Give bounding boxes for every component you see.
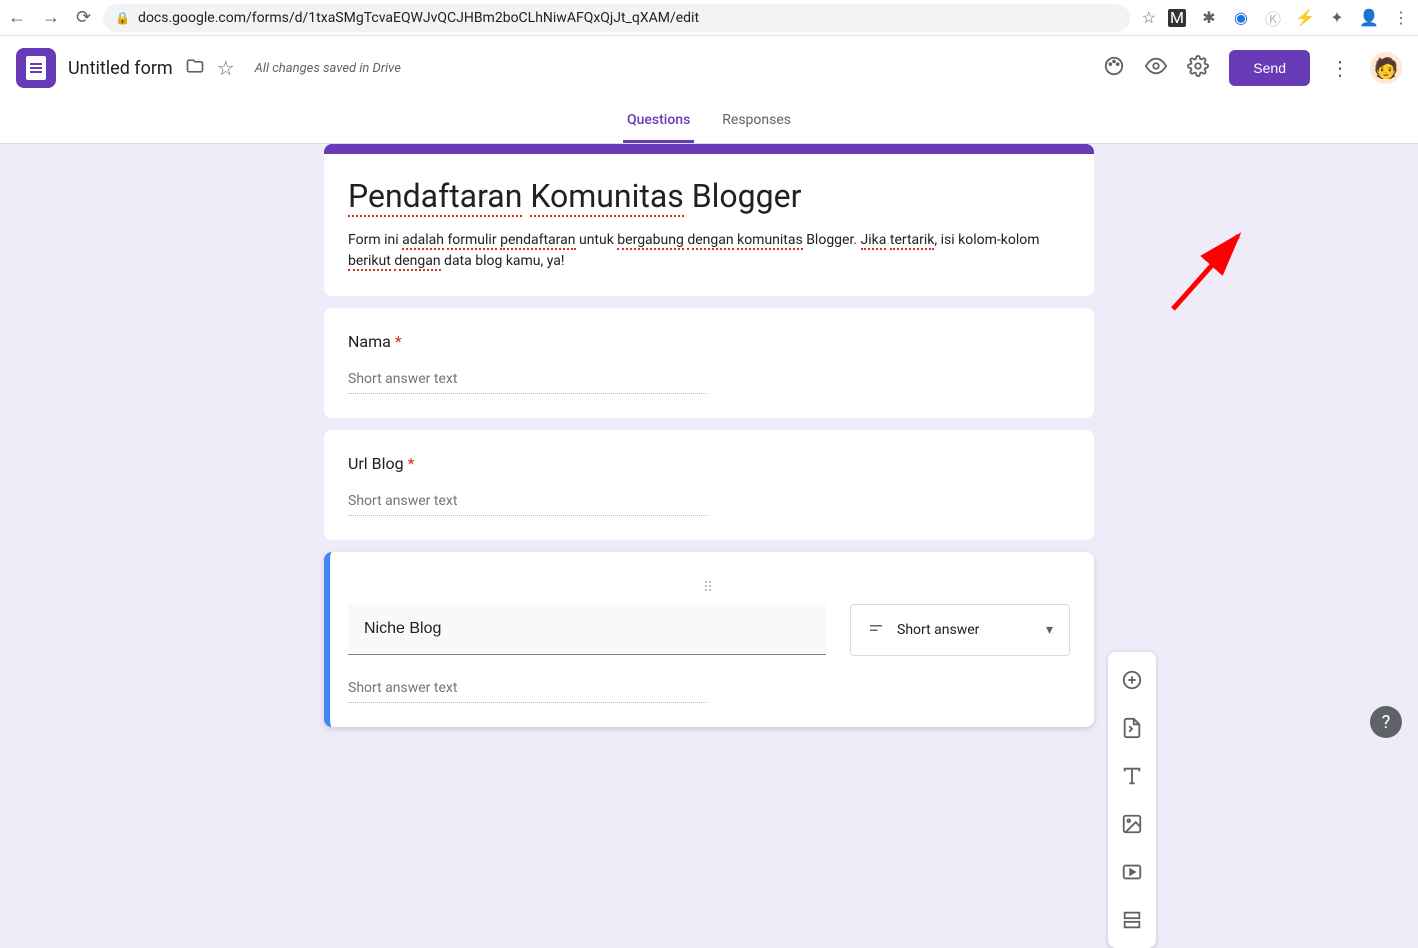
question-type-select[interactable]: Short answer ▾ [850,604,1070,656]
browser-toolbar: ← → ⟳ 🔒 docs.google.com/forms/d/1txaSMgT… [0,0,1418,36]
add-image-button[interactable] [1112,804,1152,844]
help-button[interactable]: ? [1370,706,1402,738]
bookmark-star-icon[interactable]: ☆ [1142,8,1156,27]
import-questions-button[interactable] [1112,708,1152,748]
send-button[interactable]: Send [1229,50,1310,86]
add-video-button[interactable] [1112,852,1152,892]
address-bar[interactable]: 🔒 docs.google.com/forms/d/1txaSMgTcvaEQW… [103,4,1130,32]
lock-icon: 🔒 [115,11,130,25]
ext-bolt-icon[interactable]: ⚡ [1296,9,1314,27]
extensions-icon[interactable]: ✦ [1328,9,1346,27]
answer-placeholder: Short answer text [348,371,708,394]
forms-logo-icon[interactable] [16,48,56,88]
more-icon[interactable]: ⋮ [1330,56,1350,80]
profile-icon[interactable]: 👤 [1360,9,1378,27]
question-card[interactable]: Nama* Short answer text [324,308,1094,418]
document-title[interactable]: Untitled form [68,58,173,79]
chevron-down-icon: ▾ [1046,622,1053,638]
star-icon[interactable]: ☆ [217,56,235,80]
save-status: All changes saved in Drive [255,61,401,76]
form-header-card[interactable]: Pendaftaran Komunitas Blogger Form ini a… [324,144,1094,296]
form-description[interactable]: Form ini adalah formulir pendaftaran unt… [348,230,1070,272]
add-title-button[interactable] [1112,756,1152,796]
app-header: Untitled form ☆ All changes saved in Dri… [0,36,1418,100]
forward-icon[interactable]: → [42,7,60,28]
required-asterisk: * [395,332,402,351]
question-type-label: Short answer [897,622,979,638]
folder-icon[interactable] [185,56,205,81]
ext-m-icon[interactable]: M [1168,9,1186,27]
question-title: Url Blog* [348,454,1070,473]
floating-toolbar [1108,652,1156,948]
drag-handle-icon[interactable]: ⠿ [348,576,1070,604]
ext-bug-icon[interactable]: ✱ [1200,9,1218,27]
main-content: Pendaftaran Komunitas Blogger Form ini a… [0,144,1418,779]
answer-placeholder: Short answer text [348,680,708,703]
question-card-active[interactable]: ⠿ Short answer ▾ Short answer text [324,552,1094,727]
question-title: Nama* [348,332,1070,351]
tab-questions[interactable]: Questions [623,100,694,143]
add-question-button[interactable] [1112,660,1152,700]
back-icon[interactable]: ← [8,7,26,28]
preview-icon[interactable] [1145,55,1167,82]
tabs: Questions Responses [0,100,1418,144]
reload-icon[interactable]: ⟳ [76,7,91,28]
form-title[interactable]: Pendaftaran Komunitas Blogger [348,176,1070,218]
question-title-input[interactable] [348,604,826,655]
short-answer-icon [867,619,885,641]
chrome-menu-icon[interactable]: ⋮ [1392,9,1410,27]
question-card[interactable]: Url Blog* Short answer text [324,430,1094,540]
answer-placeholder: Short answer text [348,493,708,516]
add-section-button[interactable] [1112,900,1152,940]
palette-icon[interactable] [1103,55,1125,82]
required-asterisk: * [408,454,415,473]
avatar[interactable]: 🧑 [1370,52,1402,84]
gear-icon[interactable] [1187,55,1209,82]
url-text: docs.google.com/forms/d/1txaSMgTcvaEQWJv… [138,10,699,26]
tab-responses[interactable]: Responses [718,100,795,143]
ext-q-icon[interactable]: ◉ [1232,9,1250,27]
annotation-arrow [1158,224,1258,324]
ext-k-icon[interactable]: Ⓚ [1264,9,1282,27]
